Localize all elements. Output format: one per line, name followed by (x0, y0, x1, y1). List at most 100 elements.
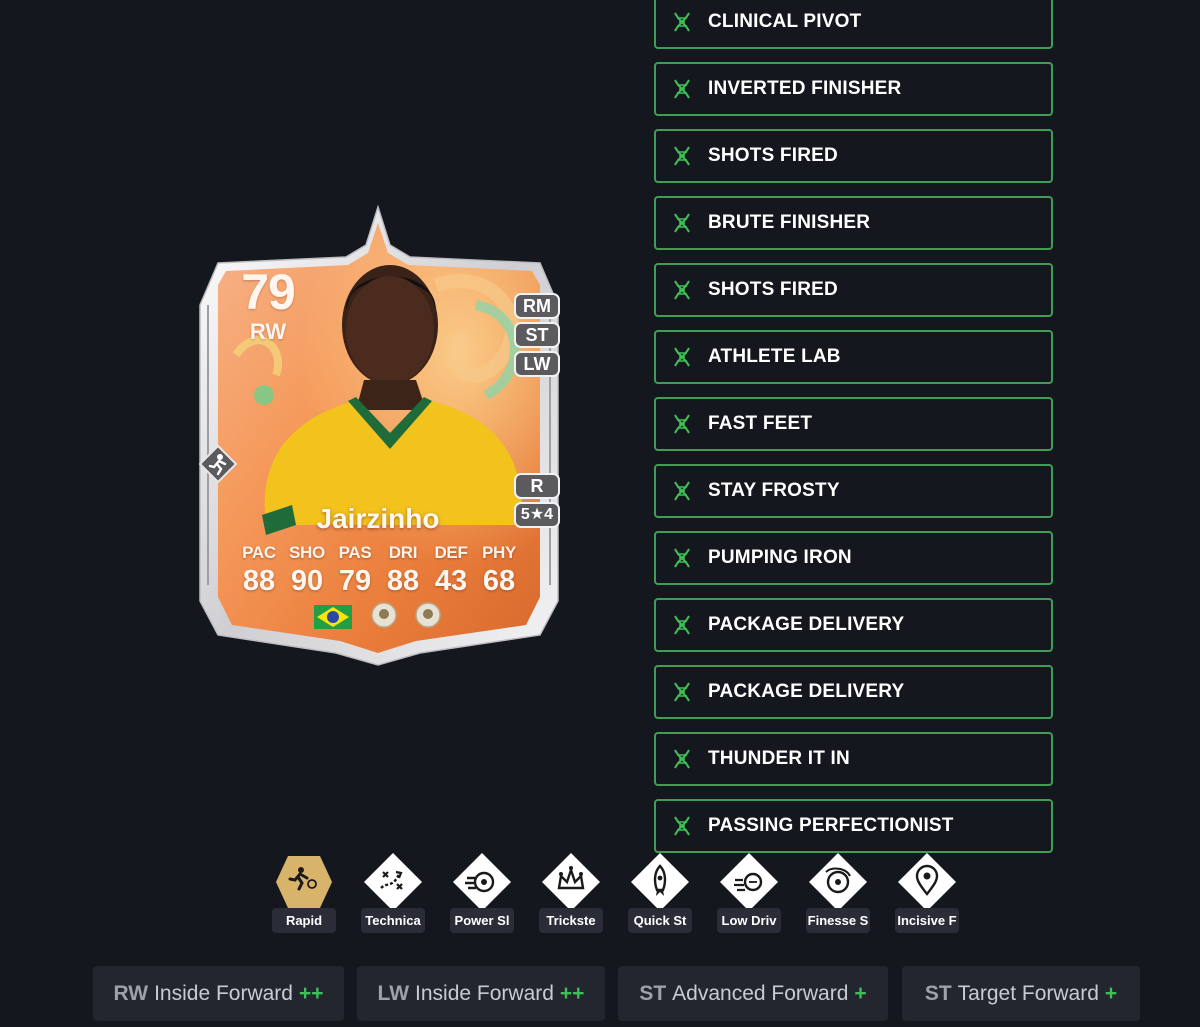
evolution-item[interactable]: SHOTS FIRED (654, 129, 1053, 183)
playstyle-plus-badge-icon (199, 445, 237, 483)
stat-sho: SHO 90 (284, 543, 330, 598)
role-position: LW (377, 981, 410, 1005)
dna-icon (674, 146, 690, 166)
dna-icon (674, 548, 690, 568)
evolution-label: BRUTE FINISHER (708, 212, 871, 233)
dna-icon (674, 280, 690, 300)
evolution-item[interactable]: PUMPING IRON (654, 531, 1053, 585)
dna-icon (674, 12, 690, 32)
evolution-label: FAST FEET (708, 413, 813, 434)
playstyle-label: Trickste (539, 908, 603, 933)
evolution-item[interactable]: CLINICAL PIVOT (654, 0, 1053, 49)
stat-value: 43 (434, 565, 468, 597)
running-ball-icon (276, 856, 332, 908)
evolution-item[interactable]: BRUTE FINISHER (654, 196, 1053, 250)
role-name: Inside Forward (415, 981, 554, 1005)
evolution-item[interactable]: STAY FROSTY (654, 464, 1053, 518)
evolution-label: PUMPING IRON (708, 547, 852, 568)
role-plus: + (854, 981, 867, 1005)
tactics-icon (364, 853, 422, 911)
role-plus: + (1104, 981, 1118, 1005)
evolution-item[interactable]: SHOTS FIRED (654, 263, 1053, 317)
playstyle-chip[interactable]: Power Sl (449, 852, 515, 936)
stat-label: SHO (289, 543, 325, 562)
playstyle-chip[interactable]: Quick St (627, 852, 693, 936)
evolution-item[interactable]: PACKAGE DELIVERY (654, 598, 1053, 652)
playstyle-label: Low Driv (717, 908, 781, 933)
evolution-label: STAY FROSTY (708, 480, 840, 501)
evolution-label: PACKAGE DELIVERY (708, 614, 905, 635)
role-plus: ++ (298, 981, 324, 1005)
low-driven-shot-icon (720, 853, 778, 911)
evolution-item[interactable]: THUNDER IT IN (654, 732, 1053, 786)
rocket-icon (631, 853, 689, 911)
evolution-label: PACKAGE DELIVERY (708, 681, 905, 702)
card-position: RW (249, 319, 287, 344)
role-chip[interactable]: LW Inside Forward ++ (357, 966, 605, 1021)
stat-dri: DRI 88 (380, 543, 426, 598)
stat-label: PHY (481, 543, 517, 562)
evolution-label: ATHLETE LAB (708, 346, 841, 367)
role-name: Advanced Forward (672, 981, 849, 1005)
evolution-label: INVERTED FINISHER (708, 78, 902, 99)
jester-icon (542, 853, 600, 911)
dna-icon (674, 79, 690, 99)
card-rating: 79 (241, 264, 296, 320)
icon-club-badge-icon (371, 602, 397, 628)
evolution-label: SHOTS FIRED (708, 279, 838, 300)
evolution-item[interactable]: FAST FEET (654, 397, 1053, 451)
stat-pas: PAS 79 (332, 543, 378, 598)
role-position: ST (924, 981, 952, 1005)
playstyle-chip[interactable]: Technica (360, 852, 426, 936)
role-plus: ++ (559, 981, 585, 1005)
playstyle-chip[interactable]: Incisive F (894, 852, 960, 936)
evolution-label: CLINICAL PIVOT (708, 11, 862, 32)
finesse-shot-icon (809, 853, 867, 911)
stat-value: 90 (290, 565, 324, 597)
card-badges (314, 602, 441, 629)
stat-value: 88 (386, 565, 420, 597)
dna-icon (674, 615, 690, 635)
alt-position-st: ST (514, 322, 560, 348)
icon-league-badge-icon (415, 602, 441, 628)
stat-label: DEF (434, 543, 468, 562)
evolution-item[interactable]: INVERTED FINISHER (654, 62, 1053, 116)
brazil-flag-icon (314, 605, 352, 629)
playstyle-label: Technica (361, 908, 425, 933)
playstyle-chip[interactable]: Rapid (271, 852, 337, 936)
stat-value: 79 (338, 565, 372, 597)
dna-icon (674, 414, 690, 434)
card-stats: PAC 88 SHO 90 PAS 79 DRI 88 DEF 43 PHY 6… (236, 543, 522, 598)
role-chip[interactable]: ST Advanced Forward + (618, 966, 888, 1021)
stat-label: PAC (242, 543, 276, 562)
role-chip[interactable]: RW Inside Forward ++ (93, 966, 344, 1021)
playstyles-row: Rapid Technica Power Sl Trickste Quick St Low… (271, 852, 971, 936)
evolution-item[interactable]: PASSING PERFECTIONIST (654, 799, 1053, 853)
player-name: Jairzinho (316, 503, 440, 534)
dna-icon (674, 682, 690, 702)
dna-icon (674, 213, 690, 233)
playstyle-label: Incisive F (895, 908, 959, 933)
playstyle-chip[interactable]: Finesse S (805, 852, 871, 936)
playstyle-chip[interactable]: Low Driv (716, 852, 782, 936)
evolution-item[interactable]: PACKAGE DELIVERY (654, 665, 1053, 719)
stat-value: 68 (482, 565, 516, 597)
dna-icon (674, 481, 690, 501)
stat-def: DEF 43 (428, 543, 474, 598)
evolution-label: PASSING PERFECTIONIST (708, 815, 954, 836)
evolution-list: CLINICAL PIVOT INVERTED FINISHER SHOTS FIR… (654, 0, 1053, 866)
role-position: ST (639, 981, 667, 1005)
playstyle-label: Finesse S (806, 908, 870, 933)
skill-weak-foot: 5★4 (514, 502, 560, 528)
player-card[interactable]: 79 RW RM ST LW R 5★4 Jairzinho PAC 88 SH… (196, 205, 562, 667)
role-position: RW (113, 981, 149, 1005)
role-name: Inside Forward (154, 981, 293, 1005)
power-shot-icon (453, 853, 511, 911)
playstyle-label: Quick St (628, 908, 692, 933)
stat-value: 88 (242, 565, 276, 597)
map-pin-icon (898, 853, 956, 911)
alt-position-lw: LW (514, 351, 560, 377)
playstyle-chip[interactable]: Trickste (538, 852, 604, 936)
role-chip[interactable]: ST Target Forward + (902, 966, 1140, 1021)
evolution-item[interactable]: ATHLETE LAB (654, 330, 1053, 384)
